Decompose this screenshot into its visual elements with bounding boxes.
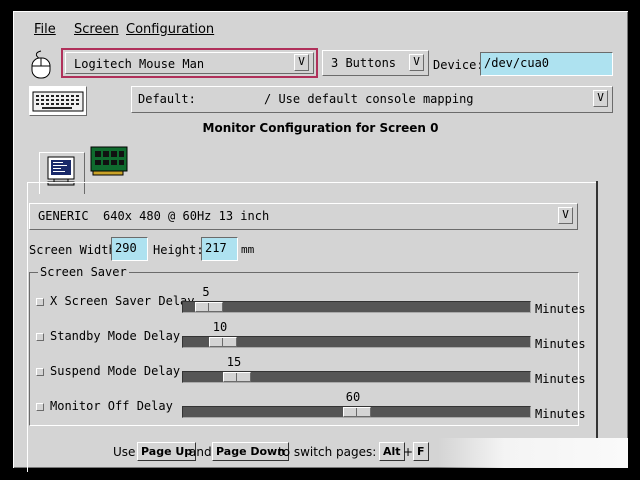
- tab-card[interactable]: [89, 144, 131, 178]
- keyboard-icon[interactable]: [29, 86, 87, 116]
- chevron-down-icon: V: [409, 54, 424, 71]
- mouse-icon[interactable]: [27, 49, 57, 81]
- keyboard-mapping-desc: / Use default console mapping: [264, 92, 474, 106]
- mm-unit: mm: [241, 243, 255, 256]
- page-title: Monitor Configuration for Screen 0: [202, 121, 439, 135]
- suspend-value: 15: [226, 355, 242, 369]
- chevron-down-icon: V: [558, 207, 573, 224]
- mouse-protocol-select[interactable]: Logitech Mouse Man V: [61, 48, 318, 78]
- screen-width-input[interactable]: 290: [111, 237, 148, 261]
- x-screen-saver-checkbox[interactable]: [36, 298, 44, 306]
- chevron-down-icon: V: [593, 90, 608, 107]
- minutes-unit: Minutes: [535, 337, 586, 351]
- minutes-unit: Minutes: [535, 407, 586, 421]
- keyboard-mapping-key: Default:: [138, 92, 196, 106]
- footer-switch-text: to switch pages:: [278, 445, 377, 459]
- menu-file-label: File: [34, 22, 56, 37]
- menu-configuration-label: Configuration: [126, 22, 215, 37]
- screen-saver-row: Suspend Mode Delay 15 Minutes: [30, 353, 586, 387]
- device-label: Device:: [433, 58, 484, 72]
- x-screen-saver-value: 5: [202, 285, 210, 299]
- slider-thumb[interactable]: [343, 407, 371, 417]
- chevron-down-icon: V: [294, 54, 309, 71]
- screen-width-value: 290: [115, 241, 137, 255]
- menu-screen-label: Screen: [74, 22, 119, 37]
- height-value: 217: [205, 241, 227, 255]
- suspend-slider[interactable]: [182, 371, 531, 383]
- standby-slider[interactable]: [182, 336, 531, 348]
- monitor-preset-select[interactable]: GENERIC 640x 480 @ 60Hz 13 inch V: [29, 203, 578, 230]
- height-input[interactable]: 217: [201, 237, 238, 261]
- monitor-off-checkbox[interactable]: [36, 403, 44, 411]
- screen-saver-row: Standby Mode Delay 10 Minutes: [30, 318, 586, 352]
- x-screen-saver-label: X Screen Saver Delay: [50, 294, 195, 308]
- height-label: Height:: [153, 243, 204, 257]
- screen-saver-group: Screen Saver X Screen Saver Delay 5 Minu…: [29, 265, 586, 426]
- suspend-checkbox[interactable]: [36, 368, 44, 376]
- slider-thumb[interactable]: [223, 372, 251, 382]
- standby-value: 10: [212, 320, 228, 334]
- slider-thumb[interactable]: [195, 302, 223, 312]
- minutes-unit: Minutes: [535, 302, 586, 316]
- alt-key: Alt: [379, 442, 405, 461]
- footer-plus-text: +: [403, 445, 414, 459]
- standby-checkbox[interactable]: [36, 333, 44, 341]
- footer-use-text: Use: [113, 445, 136, 459]
- menu-configuration[interactable]: Configuration: [126, 22, 214, 37]
- bottom-right-glow: [438, 438, 628, 468]
- menu-screen[interactable]: Screen: [74, 22, 119, 37]
- main-window: File Screen Configuration Logitech Mouse…: [13, 11, 628, 472]
- screen-saver-row: X Screen Saver Delay 5 Minutes: [30, 283, 586, 317]
- suspend-label: Suspend Mode Delay: [50, 364, 181, 378]
- menu-file[interactable]: File: [34, 22, 56, 37]
- monitor-preset-value: GENERIC 640x 480 @ 60Hz 13 inch: [38, 209, 270, 223]
- monitor-off-value: 60: [345, 390, 361, 404]
- f-key: F: [413, 442, 429, 461]
- notebook-shadow: [596, 181, 598, 468]
- video-card-icon: [90, 146, 128, 176]
- page-up-key: Page Up: [137, 442, 197, 461]
- screen-saver-row: Monitor Off Delay 60 Minutes: [30, 388, 586, 422]
- mouse-buttons-value: 3 Buttons: [331, 56, 397, 70]
- device-input[interactable]: /dev/cua0: [480, 52, 613, 76]
- keyboard-mapping-select[interactable]: Default: / Use default console mapping V: [131, 86, 613, 113]
- mouse-buttons-select[interactable]: 3 Buttons V: [322, 50, 429, 76]
- slider-thumb[interactable]: [209, 337, 237, 347]
- mouse-protocol-value: Logitech Mouse Man: [74, 57, 205, 71]
- x-screen-saver-slider[interactable]: [182, 301, 531, 313]
- monitor-off-slider[interactable]: [182, 406, 531, 418]
- minutes-unit: Minutes: [535, 372, 586, 386]
- footer-and-text: and: [189, 445, 212, 459]
- screen-width-label: Screen Width:: [29, 243, 123, 257]
- monitor-off-label: Monitor Off Delay: [50, 399, 173, 413]
- screen-saver-legend: Screen Saver: [38, 265, 129, 279]
- standby-label: Standby Mode Delay: [50, 329, 181, 343]
- device-value: /dev/cua0: [484, 56, 550, 70]
